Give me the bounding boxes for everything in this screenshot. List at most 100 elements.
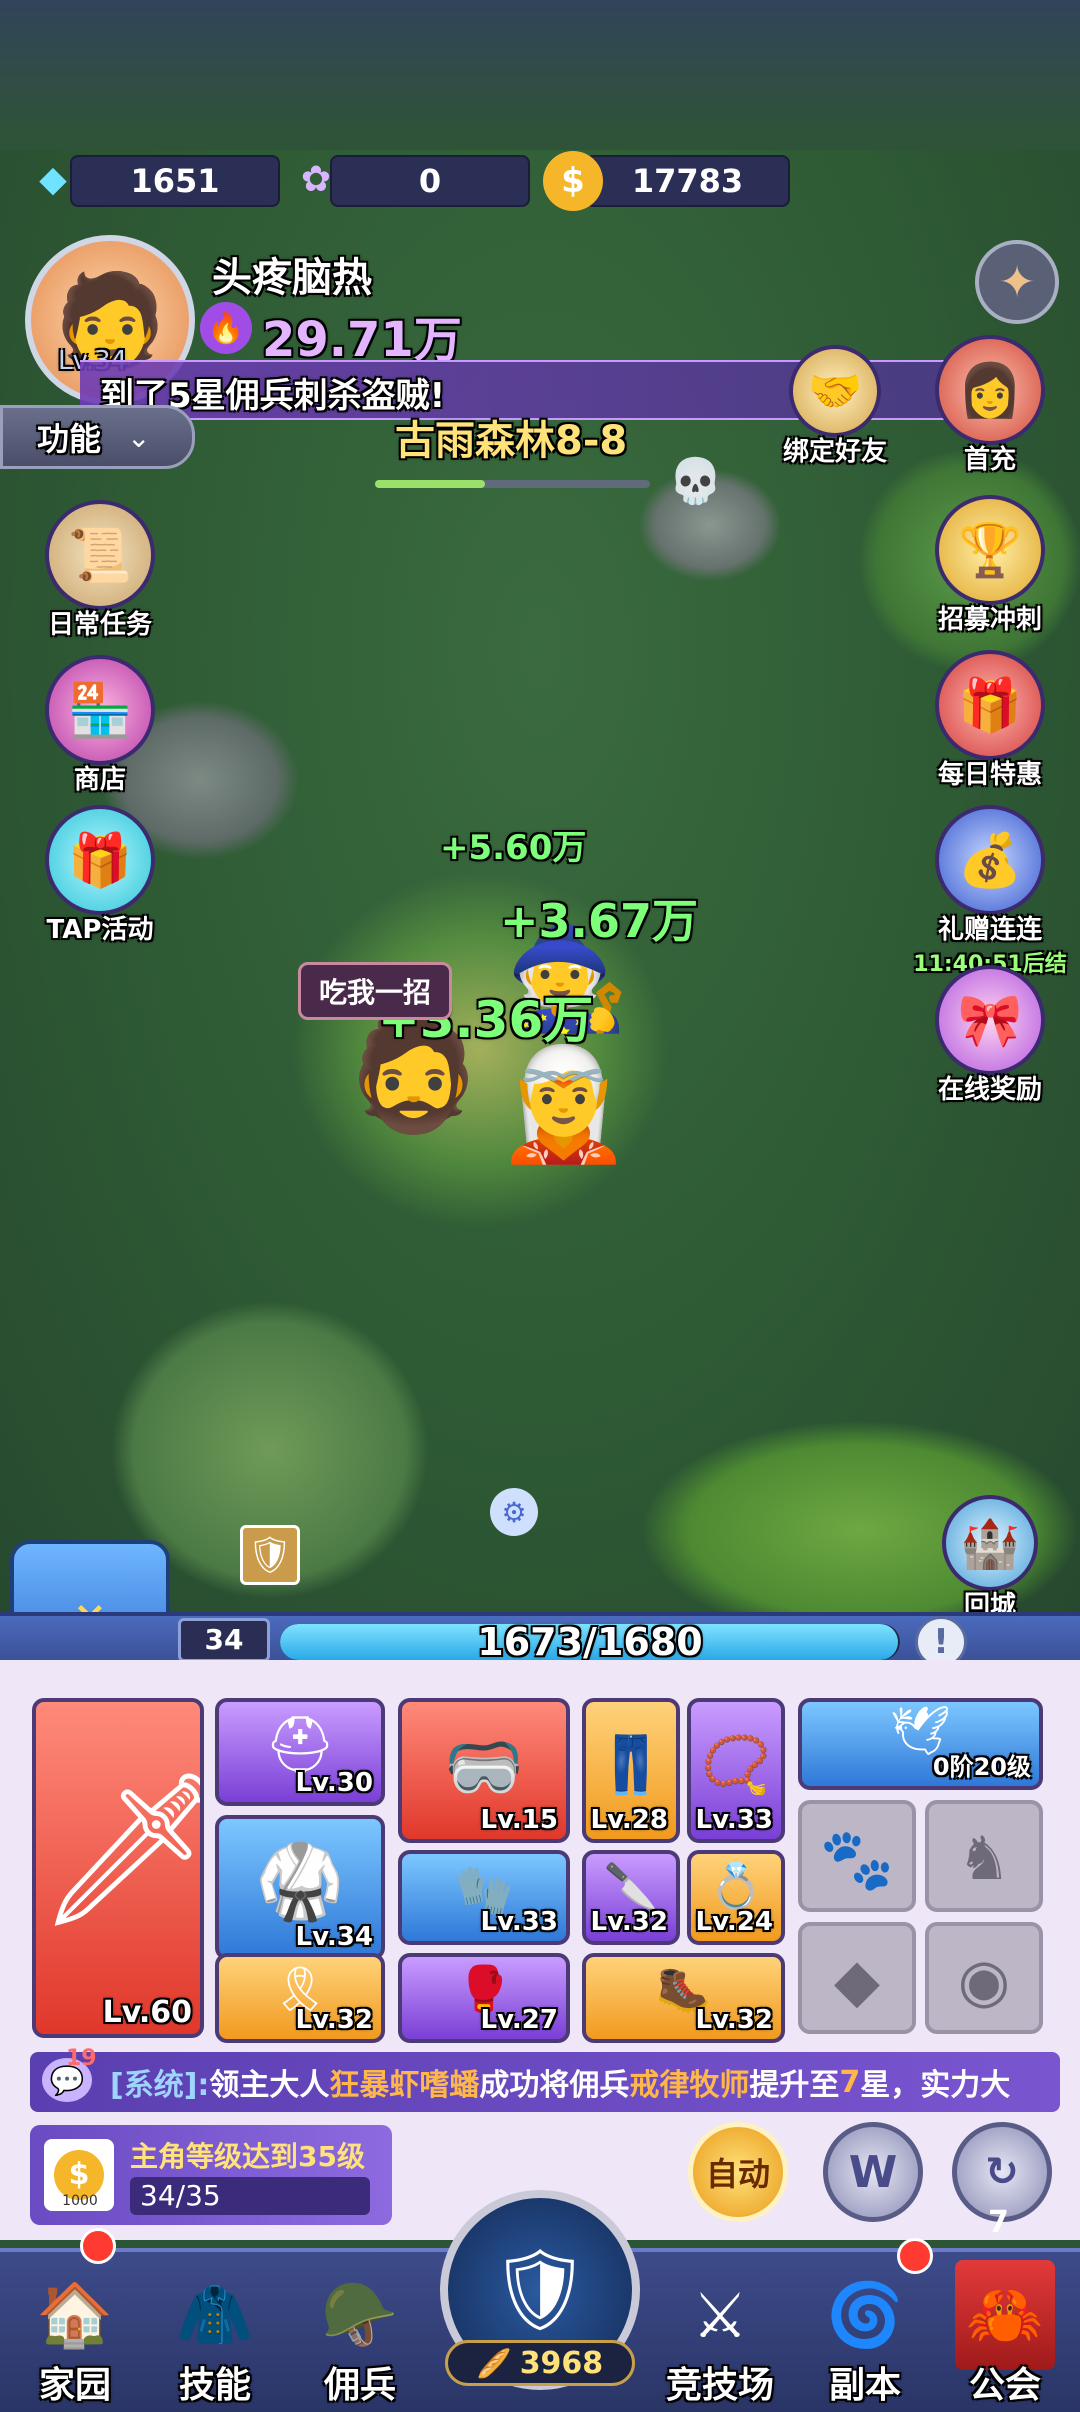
equip-level: Lv.34 (295, 1922, 373, 1952)
left-menu-tap-event[interactable]: 🎁 TAP活动 (25, 805, 175, 946)
equip-level: Lv.33 (695, 1805, 773, 1835)
right-menu-bind-friend[interactable]: 🤝 绑定好友 (760, 345, 910, 468)
chat-tag: [系统]: (110, 2068, 210, 2103)
nav-skills[interactable]: 🧥 技能 (140, 2260, 290, 2412)
shield-buff-icon[interactable]: 🛡 (240, 1525, 300, 1585)
chat-text: 星，实力大 (860, 2068, 1011, 2103)
town-portal-icon: 🏰 (942, 1495, 1038, 1591)
equip-level: Lv.32 (590, 1907, 668, 1937)
right-menu-label: 首充 (963, 445, 1016, 475)
wings-slot[interactable]: 🕊 0阶20级 (798, 1698, 1043, 1790)
chat-text: 提升至 (749, 2068, 840, 2103)
sky-background (0, 0, 1080, 150)
nav-dungeon[interactable]: 🌀 副本 (790, 2260, 940, 2412)
boss-skull-icon[interactable]: 💀 (668, 455, 723, 507)
currency-gold-value: 17783 (585, 155, 790, 207)
scroll-icon: 📜 (45, 500, 155, 610)
right-menu-label: 礼赠连连 (937, 915, 1042, 945)
return-town-button[interactable]: 🏰 回城 (920, 1495, 1060, 1620)
hero-archer-icon: 🧝 (495, 1040, 632, 1168)
eye-icon: ◉ (957, 1946, 1011, 2016)
exp-level: 34 (178, 1618, 270, 1662)
speed-icon: ↻ (985, 2149, 1019, 2195)
gear-drop-icon[interactable]: ⚙ (490, 1488, 538, 1536)
left-menu-label: 日常任务 (47, 610, 152, 640)
left-menu-label: TAP活动 (46, 915, 154, 945)
equip-slot-weapon[interactable]: 🗡 Lv.60 (32, 1698, 204, 2038)
necklace-icon: 📿 (701, 1733, 771, 1798)
equip-slot-dagger[interactable]: 🔪 Lv.32 (582, 1850, 680, 1945)
right-menu-daily-deal[interactable]: 🎁 每日特惠 (915, 650, 1065, 791)
right-menu-label: 在线奖励 (937, 1075, 1042, 1105)
bread-count: 3968 (519, 2345, 604, 2381)
nav-arena[interactable]: ⚔ 竞技场 (645, 2260, 795, 2412)
equip-slot-helmet[interactable]: ⛑ Lv.30 (215, 1698, 385, 1806)
gift-box-icon: 🎁 (935, 650, 1045, 760)
power-flame-icon: 🔥 (200, 302, 252, 354)
hood-icon: 🧥 (176, 2278, 254, 2351)
chat-star: 7 (839, 2064, 861, 2100)
left-menu-daily-tasks[interactable]: 📜 日常任务 (25, 500, 175, 641)
crossed-swords-icon: ⚔ (692, 2278, 748, 2352)
diamond-icon: ◆ (39, 158, 67, 200)
settings-compass-icon[interactable]: ✦ (975, 240, 1059, 324)
equip-level: Lv.33 (480, 1907, 558, 1937)
locked-slot-relic[interactable]: ◉ (925, 1922, 1043, 2034)
nav-label: 公会 (968, 2365, 1041, 2406)
equip-slot-pants[interactable]: 👖 Lv.28 (582, 1698, 680, 1843)
damage-number: +3.67万 (500, 894, 699, 948)
function-menu-button[interactable]: 功能 ⌄ (0, 405, 195, 469)
right-menu-online-reward[interactable]: 🎀 在线奖励 (915, 965, 1065, 1106)
paw-icon: 🐾 (819, 1825, 895, 1895)
equip-level: Lv.24 (695, 1907, 773, 1937)
battle-scene: 💀 1651 ◆ 0 ✿ 17783 $ 🧑 Lv.34 头疼脑热 🔥 29.7… (0, 0, 1080, 1620)
right-menu-label: 招募冲刺 (937, 605, 1042, 635)
nav-home[interactable]: 🏠 家园 (0, 2260, 150, 2412)
right-menu-recruit-sprint[interactable]: 🏆 招募冲刺 (915, 495, 1065, 636)
equip-slot-armor[interactable]: 🥋 Lv.34 (215, 1815, 385, 1960)
equip-level: Lv.27 (480, 2005, 558, 2035)
equip-slot-belt[interactable]: 🎗 Lv.32 (215, 1953, 385, 2043)
nav-label: 竞技场 (665, 2365, 774, 2406)
equip-slot-boots[interactable]: 🥾 Lv.32 (582, 1953, 785, 2043)
chat-ticker[interactable]: [系统]: 领主大人 狂暴虾嗜蟠 成功将佣兵 戒律牧师 提升至 7 星，实力大 (30, 2052, 1060, 2112)
currency-diamond[interactable]: 1651 ◆ (30, 155, 280, 207)
auto-button[interactable]: 自动 (688, 2122, 788, 2222)
right-menu-label: 每日特惠 (937, 760, 1042, 790)
function-menu-label: 功能 (37, 420, 102, 458)
equip-slot-gauntlet[interactable]: 🥊 Lv.27 (398, 1953, 570, 2043)
nav-mercenary[interactable]: 🪖 佣兵 (285, 2260, 435, 2412)
notification-dot (80, 2228, 116, 2264)
equip-slot-ring[interactable]: 💍 Lv.24 (687, 1850, 785, 1945)
currency-gold[interactable]: 17783 $ (543, 151, 790, 211)
bag-icon: 💰 (935, 805, 1045, 915)
trophy-icon: 🏆 (935, 495, 1045, 605)
right-menu-first-recharge[interactable]: 👩 首充 (915, 335, 1065, 476)
locked-slot-mount[interactable]: ♞ (925, 1800, 1043, 1912)
equip-slot-necklace[interactable]: 📿 Lv.33 (687, 1698, 785, 1843)
scroll-token-icon: ✿ (300, 158, 332, 200)
sword-icon: 🗡 (36, 1762, 200, 1938)
portal-icon: 🌀 (826, 2278, 904, 2351)
bread-counter[interactable]: 🥖 3968 (445, 2340, 635, 2386)
horse-icon: ♞ (957, 1824, 1011, 1894)
wings-level: 0阶20级 (932, 1753, 1031, 1781)
exp-text: 1673/1680 (477, 1620, 703, 1664)
equip-slot-bracer[interactable]: 🧤 Lv.33 (398, 1850, 570, 1945)
bread-icon: 🥖 (476, 2346, 512, 2380)
tap-gift-icon: 🎁 (45, 805, 155, 915)
equip-level: Lv.15 (480, 1805, 558, 1835)
currency-diamond-value: 1651 (70, 155, 280, 207)
equip-slot-goggles[interactable]: 🥽 Lv.15 (398, 1698, 570, 1843)
locked-slot-pet[interactable]: 🐾 (798, 1800, 916, 1912)
pants-icon: 👖 (596, 1733, 666, 1798)
left-menu-shop[interactable]: 🏪 商店 (25, 655, 175, 796)
first-recharge-icon: 👩 (935, 335, 1045, 445)
quest-card[interactable]: $ 1000 主角等级达到35级 34/35 (30, 2125, 392, 2225)
currency-token[interactable]: 0 ✿ (290, 155, 530, 207)
damage-number: +5.60万 (440, 828, 587, 868)
w-button[interactable]: W (823, 2122, 923, 2222)
bind-friend-icon: 🤝 (789, 345, 881, 437)
nav-guild[interactable]: 🦀 公会 (930, 2260, 1080, 2412)
locked-slot-gem[interactable]: ◆ (798, 1922, 916, 2034)
